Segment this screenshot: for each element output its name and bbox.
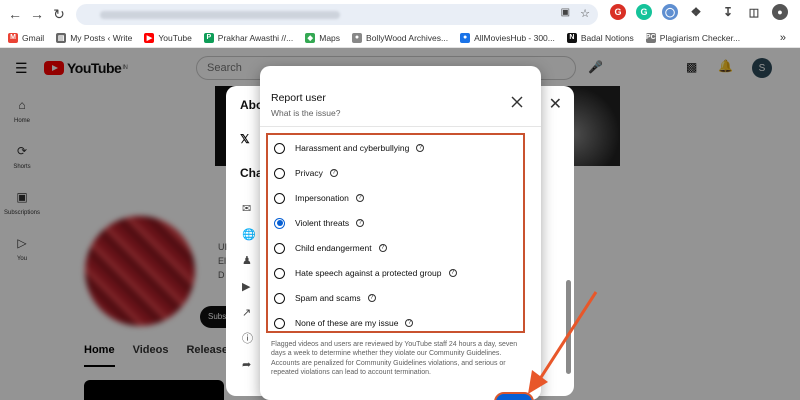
help-icon[interactable]: ? [416, 144, 425, 152]
browser-toolbar: ← → ↻ ▣ ☆ G G ◯ ❖ ↧ ◫ ● ⋮ [0, 0, 800, 28]
bookmark-item[interactable]: N Badal Notions [566, 32, 634, 43]
bookmark-item[interactable]: ▶ YouTube [144, 32, 192, 43]
report-option[interactable]: Hate speech against a protected group? [274, 264, 457, 282]
help-icon[interactable]: ? [356, 219, 365, 227]
help-icon[interactable]: ? [378, 244, 387, 252]
about-fragment-3: D [218, 270, 225, 280]
install-app-icon[interactable]: ▣ [561, 7, 570, 20]
about-close-icon[interactable]: ✕ [549, 94, 562, 114]
next-button[interactable] [494, 392, 534, 400]
mail-icon: ✉ [242, 203, 252, 215]
radio-button[interactable] [274, 267, 285, 279]
report-disclaimer: Flagged videos and users are reviewed by… [271, 341, 518, 376]
bookmark-item[interactable]: PC Plagiarism Checker... [645, 32, 741, 43]
report-option[interactable]: Child endangerment? [274, 239, 387, 257]
bookmark-label: AllMoviesHub - 300... [474, 32, 555, 43]
report-option-label: Child endangerment [295, 243, 372, 253]
bookmark-item[interactable]: ◆ Maps [305, 32, 341, 43]
puzzle-icon[interactable]: ❖ [688, 4, 704, 20]
report-option-label: Violent threats [295, 218, 350, 228]
bookmark-favicon-icon: N [566, 32, 577, 43]
report-dialog-title: Report user [271, 92, 326, 104]
report-option[interactable]: Impersonation? [274, 189, 364, 207]
extension-red-icon[interactable]: G [610, 4, 626, 20]
extensions-bar: G G ◯ ❖ ↧ ◫ ● ⋮ [610, 4, 800, 20]
help-icon[interactable]: ? [355, 194, 364, 202]
bookmark-favicon-icon: P [203, 32, 214, 43]
bookmark-label: Badal Notions [580, 32, 634, 43]
profile-avatar-icon[interactable]: ● [772, 4, 788, 20]
report-options-list: Harassment and cyberbullying? Privacy? Imp… [266, 133, 525, 333]
help-icon[interactable]: ? [329, 169, 338, 177]
report-option[interactable]: None of these are my issue? [274, 314, 414, 332]
report-option[interactable]: Privacy? [274, 164, 338, 182]
bookmark-label: Plagiarism Checker... [659, 32, 741, 43]
video-icon: ▶ [242, 281, 251, 293]
bookmark-favicon-icon: M [8, 32, 18, 43]
about-fragment-2: El [218, 256, 227, 266]
bookmark-item[interactable]: ● BollyWood Archives... [352, 32, 449, 43]
bookmark-item[interactable]: ● AllMoviesHub - 300... [460, 32, 555, 43]
bookmark-star-icon[interactable]: ☆ [580, 7, 590, 20]
back-icon[interactable]: ← [4, 3, 26, 25]
bookmarks-bar: M Gmail ▤ My Posts ‹ Write ▶ YouTube P Prakhar … [0, 28, 800, 48]
help-icon[interactable]: ? [448, 269, 457, 277]
bookmark-favicon-icon: PC [645, 32, 656, 43]
bookmark-favicon-icon: ● [352, 32, 363, 43]
report-option[interactable]: Spam and scams? [274, 289, 376, 307]
radio-button[interactable] [274, 167, 285, 179]
dialog-scrollbar[interactable] [566, 280, 571, 374]
report-user-dialog: Report user What is the issue? Harassmen… [260, 66, 541, 400]
bookmark-label: Gmail [22, 32, 45, 43]
bookmark-favicon-icon: ▤ [56, 32, 67, 43]
bookmark-label: Prakhar Awasthi //... [217, 32, 294, 43]
share-icon: ➦ [242, 359, 252, 371]
help-icon[interactable]: ? [405, 319, 414, 327]
bookmark-label: BollyWood Archives... [366, 32, 449, 43]
people-icon: ♟ [242, 255, 252, 267]
side-panel-icon[interactable]: ◫ [746, 4, 762, 20]
report-option-label: Impersonation [295, 193, 349, 203]
x-social-icon[interactable]: 𝕏 [240, 132, 250, 146]
about-icons-column: ✉ 🌐 ♟ ▶ ↗ ⓘ ➦ [242, 196, 256, 378]
report-option[interactable]: Violent threats? [274, 214, 365, 232]
report-option-label: Harassment and cyberbullying [295, 143, 410, 153]
report-option-label: Spam and scams [295, 293, 361, 303]
bookmark-favicon-icon: ● [460, 32, 471, 43]
bookmark-item[interactable]: M Gmail [8, 32, 45, 43]
bookmark-label: My Posts ‹ Write [70, 32, 133, 43]
radio-button[interactable] [274, 192, 285, 204]
report-option-label: Hate speech against a protected group [295, 268, 442, 278]
radio-selected[interactable] [274, 217, 285, 229]
bookmark-favicon-icon: ◆ [305, 32, 316, 43]
report-option-label: Privacy [295, 168, 323, 178]
help-icon[interactable]: ? [367, 294, 376, 302]
dialog-divider [260, 126, 541, 127]
bookmarks-overflow-icon[interactable]: » [780, 32, 786, 44]
report-dialog-subtitle: What is the issue? [271, 108, 341, 118]
reload-icon[interactable]: ↻ [48, 3, 70, 25]
bookmark-favicon-icon: ▶ [144, 32, 155, 43]
grammarly-icon[interactable]: G [636, 4, 652, 20]
radio-button[interactable] [274, 242, 285, 254]
bookmark-item[interactable]: ▤ My Posts ‹ Write [56, 32, 133, 43]
radio-button[interactable] [274, 317, 285, 329]
trend-icon: ↗ [242, 307, 252, 319]
report-option[interactable]: Harassment and cyberbullying? [274, 139, 425, 157]
shield-extension-icon[interactable]: ◯ [662, 4, 678, 20]
bookmark-label: YouTube [158, 32, 192, 43]
radio-button[interactable] [274, 292, 285, 304]
radio-button[interactable] [274, 142, 285, 154]
address-bar[interactable]: ▣ ☆ [76, 4, 598, 25]
bookmark-item[interactable]: P Prakhar Awasthi //... [203, 32, 294, 43]
download-icon[interactable]: ↧ [720, 4, 736, 20]
about-fragment-1: UI [218, 242, 227, 252]
globe-icon: 🌐 [242, 229, 256, 241]
blurred-url [100, 10, 340, 19]
info-icon: ⓘ [242, 333, 253, 345]
forward-icon[interactable]: → [26, 3, 48, 25]
report-option-label: None of these are my issue [295, 318, 399, 328]
bookmark-label: Maps [319, 32, 341, 43]
close-icon[interactable] [509, 94, 525, 110]
